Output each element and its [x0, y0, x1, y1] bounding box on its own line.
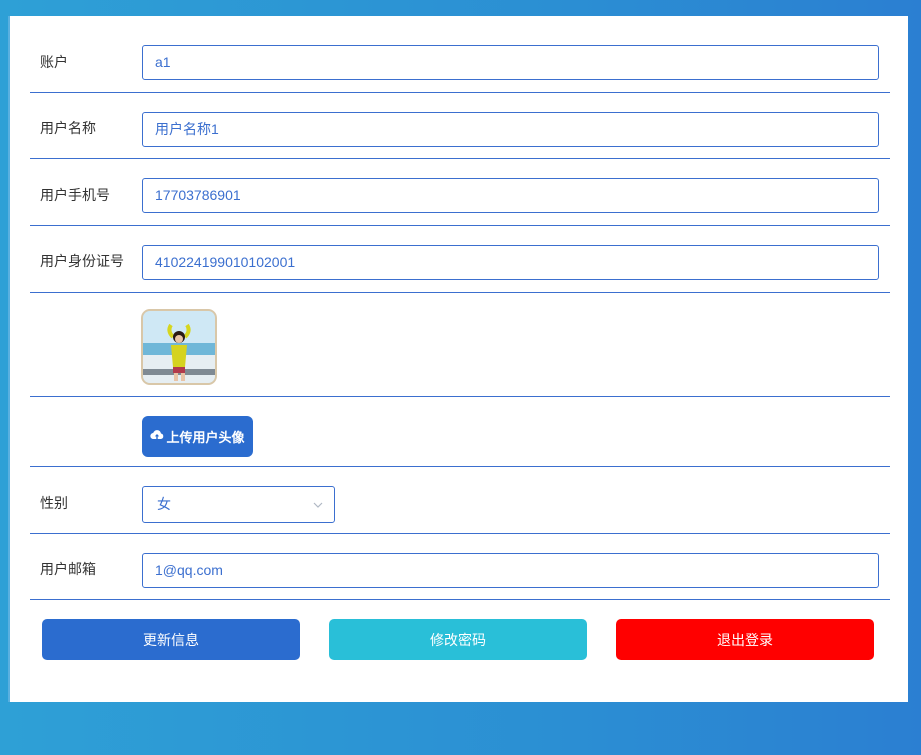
id-number-row: 用户身份证号 410224199010102001	[30, 226, 890, 293]
change-password-button[interactable]: 修改密码	[329, 619, 587, 660]
phone-row: 用户手机号 17703786901	[30, 159, 890, 226]
phone-field[interactable]: 17703786901	[142, 178, 879, 213]
logout-button[interactable]: 退出登录	[616, 619, 874, 660]
account-row: 账户 a1	[30, 16, 890, 93]
upload-avatar-button[interactable]: 上传用户头像	[142, 416, 253, 457]
email-field[interactable]: 1@qq.com	[142, 553, 879, 588]
avatar-row	[30, 293, 890, 397]
username-row: 用户名称 用户名称1	[30, 92, 890, 159]
cloud-upload-icon	[150, 429, 164, 444]
gender-row: 性别 女	[30, 467, 890, 534]
id-number-field[interactable]: 410224199010102001	[142, 245, 879, 280]
username-label: 用户名称	[40, 120, 96, 136]
avatar-image	[143, 311, 215, 383]
phone-label: 用户手机号	[40, 187, 110, 203]
update-info-button[interactable]: 更新信息	[42, 619, 300, 660]
gender-selected-value: 女	[157, 496, 171, 512]
gender-label: 性别	[40, 495, 68, 511]
upload-avatar-label: 上传用户头像	[166, 430, 245, 445]
upload-row: 上传用户头像	[30, 397, 890, 467]
username-field[interactable]: 用户名称1	[142, 112, 879, 147]
avatar	[141, 309, 217, 385]
email-row: 用户邮箱 1@qq.com	[30, 534, 890, 600]
id-number-label: 用户身份证号	[40, 253, 124, 269]
gender-select[interactable]: 女	[142, 486, 335, 523]
chevron-down-icon	[313, 502, 323, 508]
profile-card: 账户 a1 用户名称 用户名称1 用户手机号 17703786901 用户身份证…	[8, 16, 908, 702]
account-label: 账户	[40, 54, 68, 70]
email-label: 用户邮箱	[40, 561, 96, 577]
account-field[interactable]: a1	[142, 45, 879, 80]
